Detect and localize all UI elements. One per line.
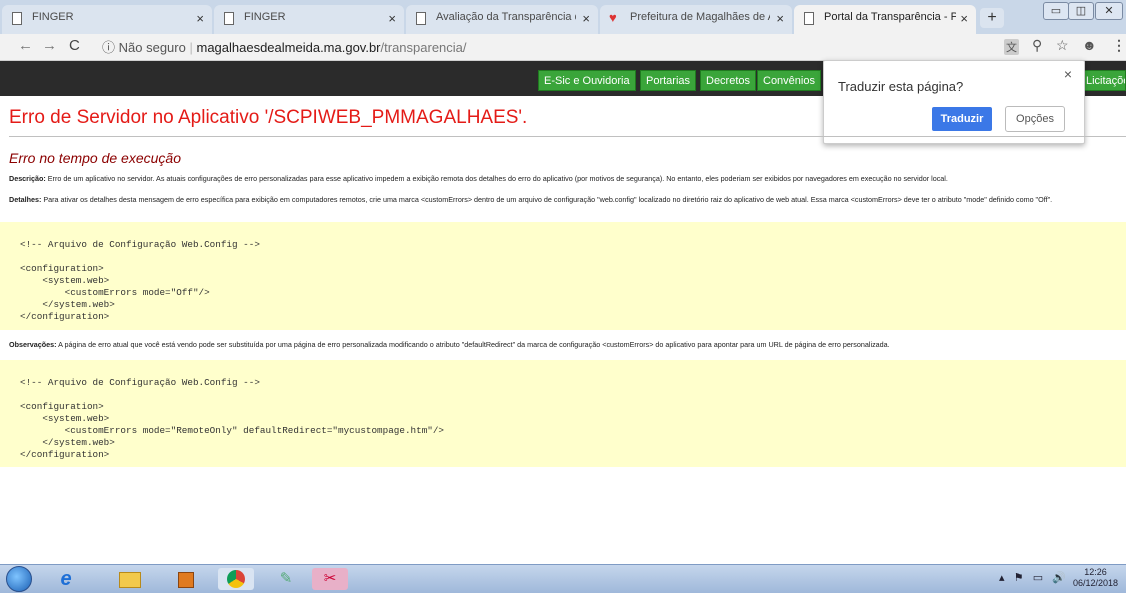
description-label: Descrição: <box>9 174 46 183</box>
details-text: Para ativar os detalhes desta mensagem d… <box>43 195 1053 204</box>
forward-icon[interactable]: → <box>42 37 57 54</box>
translate-icon[interactable]: 文 <box>1004 39 1019 55</box>
notes-text: A página de erro atual que você está ven… <box>58 340 890 349</box>
code-text: <!-- Arquivo de Configuração Web.Config … <box>20 377 445 460</box>
nav-convenios[interactable]: Convênios <box>757 70 821 91</box>
bookmark-star-icon[interactable]: ☆ <box>1056 37 1069 54</box>
browser-tab[interactable]: FINGER × <box>2 5 212 34</box>
code-block: <!-- Arquivo de Configuração Web.Config … <box>0 360 1126 467</box>
close-tab-icon[interactable]: × <box>960 11 968 26</box>
tab-label: Portal da Transparência - Prefei <box>824 11 956 23</box>
red-logo-icon: ♥ <box>609 10 617 25</box>
nav-licitacoes[interactable]: Licitações <box>1080 70 1126 91</box>
tab-label: FINGER <box>32 11 74 23</box>
browser-tab-active[interactable]: Portal da Transparência - Prefei × <box>794 5 976 34</box>
maximize-button[interactable]: ◫ <box>1068 2 1094 20</box>
folder-icon[interactable] <box>112 568 148 590</box>
url-path: /transparencia/ <box>380 40 467 55</box>
translate-popup-title: Traduzir esta página? <box>838 79 964 94</box>
details-paragraph: Detalhes: Para ativar os detalhes desta … <box>9 195 1126 204</box>
media-player-icon[interactable] <box>168 568 204 590</box>
minimize-button[interactable]: ▭ <box>1043 2 1069 20</box>
info-icon[interactable]: ⓘ <box>102 40 115 55</box>
page-icon <box>12 12 22 25</box>
close-icon[interactable]: × <box>1064 66 1072 82</box>
back-icon[interactable]: ← <box>18 37 33 54</box>
page-subtitle: Erro no tempo de execução <box>9 150 181 166</box>
snipping-tool-icon[interactable]: ✂ <box>312 568 348 590</box>
notes-paragraph: Observações: A página de erro atual que … <box>9 340 1126 349</box>
browser-tab[interactable]: FINGER × <box>214 5 404 34</box>
details-label: Detalhes: <box>9 195 42 204</box>
close-window-button[interactable]: ✕ <box>1095 2 1123 20</box>
close-tab-icon[interactable]: × <box>776 11 784 26</box>
url-host: magalhaesdealmeida.ma.gov.br <box>196 40 381 55</box>
translate-button[interactable]: Traduzir <box>932 107 992 131</box>
clock-date: 06/12/2018 <box>1072 578 1118 588</box>
tab-strip: FINGER × FINGER × Avaliação da Transparê… <box>0 0 1126 34</box>
clock-time: 12:26 <box>1084 567 1107 577</box>
menu-icon[interactable]: ⋮ <box>1112 37 1126 54</box>
tray-icons[interactable]: ▴ ⚑ ▭ 🔊 <box>999 571 1066 584</box>
page-icon <box>224 12 234 25</box>
profile-icon[interactable]: ☻ <box>1082 37 1097 53</box>
description-text: Erro de um aplicativo no servidor. As at… <box>47 174 948 183</box>
code-text: <!-- Arquivo de Configuração Web.Config … <box>20 239 260 322</box>
windows-taskbar: e ✎ ✂ ▴ ⚑ ▭ 🔊 12:26 06/12/2018 <box>0 564 1126 593</box>
browser-toolbar: ← → C ⓘ Não seguro | magalhaesdealmeida.… <box>0 34 1126 61</box>
nav-esic[interactable]: E-Sic e Ouvidoria <box>538 70 636 91</box>
nav-decretos[interactable]: Decretos <box>700 70 757 91</box>
address-bar[interactable]: ⓘ Não seguro | magalhaesdealmeida.ma.gov… <box>102 37 467 56</box>
code-block: <!-- Arquivo de Configuração Web.Config … <box>0 222 1126 330</box>
translate-popup: Traduzir esta página? × Traduzir Opções <box>823 60 1085 144</box>
page-title: Erro de Servidor no Aplicativo '/SCPIWEB… <box>9 107 528 128</box>
divider <box>9 136 1126 137</box>
new-tab-button[interactable]: + <box>980 8 1004 28</box>
description-paragraph: Descrição: Erro de um aplicativo no serv… <box>9 174 1126 183</box>
reload-icon[interactable]: C <box>69 37 80 54</box>
page-icon <box>804 12 814 25</box>
paint-icon[interactable]: ✎ <box>268 568 304 590</box>
tab-label: Avaliação da Transparência dos <box>436 11 576 23</box>
tab-label: FINGER <box>244 11 286 23</box>
close-tab-icon[interactable]: × <box>388 11 396 26</box>
browser-tab[interactable]: ♥ Prefeitura de Magalhães de Alm × <box>600 5 792 34</box>
nav-portarias[interactable]: Portarias <box>640 70 697 91</box>
clock[interactable]: 12:26 06/12/2018 <box>1073 567 1118 589</box>
tab-label: Prefeitura de Magalhães de Alm <box>630 11 770 23</box>
zoom-icon[interactable]: ⚲ <box>1032 37 1042 54</box>
ie-icon[interactable]: e <box>48 568 84 590</box>
page-icon <box>416 12 426 25</box>
close-tab-icon[interactable]: × <box>582 11 590 26</box>
options-button[interactable]: Opções <box>1005 106 1065 132</box>
start-button[interactable] <box>6 566 32 592</box>
browser-tab[interactable]: Avaliação da Transparência dos × <box>406 5 598 34</box>
close-tab-icon[interactable]: × <box>196 11 204 26</box>
security-label: Não seguro <box>118 40 186 55</box>
notes-label: Observações: <box>9 340 57 349</box>
chrome-icon[interactable] <box>218 568 254 590</box>
